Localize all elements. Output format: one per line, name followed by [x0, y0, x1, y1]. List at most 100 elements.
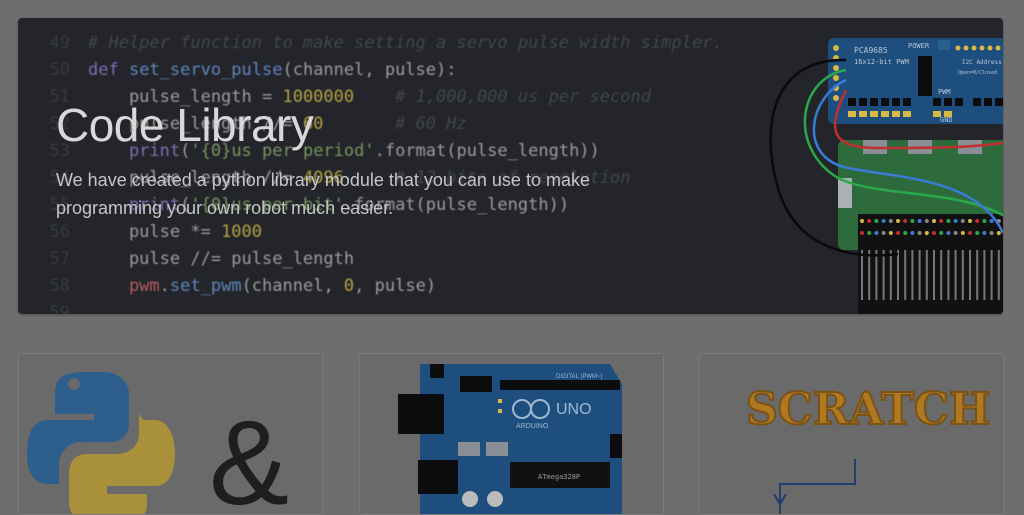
code-token: (channel, [241, 276, 344, 296]
pin-label-column [861, 250, 863, 300]
page-title: Code Library [56, 99, 314, 151]
pin-label-column [954, 250, 957, 300]
arduino-uno-label: UNO [556, 401, 592, 418]
pin-label-column [940, 250, 943, 300]
line-number: 58 [49, 276, 70, 296]
pin-label-column [947, 250, 950, 300]
atmega-chip-label: ATmega328P [538, 473, 580, 481]
code-token: pulse //= pulse_length [88, 249, 355, 269]
gpio-pin [939, 231, 944, 235]
pin-label-column [961, 250, 964, 300]
pin-label-column [911, 250, 914, 300]
pin-label-column [889, 250, 892, 300]
gpio-pin [910, 231, 915, 235]
ampersand-glyph: & [209, 396, 289, 514]
gpio-pin [968, 219, 972, 223]
python-logo-icon: & [19, 354, 322, 514]
gnd-label: GND [940, 116, 953, 124]
gpio-pin [982, 231, 987, 235]
code-token: # Helper function to make setting a serv… [88, 33, 723, 53]
gpio-pin [896, 219, 900, 223]
gpio-pin [982, 219, 987, 223]
gpio-pin [860, 219, 864, 223]
code-token: . [159, 276, 170, 296]
gpio-pin [924, 231, 929, 235]
scratch-logo-icon: SCRATCH [700, 354, 1003, 514]
gpio-pin [953, 219, 958, 223]
arduino-brand-label: ARDUINO [516, 423, 549, 430]
gpio-pin [917, 219, 922, 223]
pin-label-column [997, 250, 1000, 300]
gpio-pin [946, 219, 951, 223]
gpio-pin [939, 219, 944, 223]
line-number: 57 [49, 249, 70, 269]
gpio-pin [874, 219, 879, 223]
line-number: 56 [49, 222, 70, 242]
arduino-digital-label: DIGITAL (PWM~) [556, 374, 603, 380]
servo-board-illustration: PCA9685 16x12-bit PWM POWER PWM I2C Addr… [769, 38, 1003, 314]
gpio-pin [881, 219, 886, 223]
gpio-pin [910, 219, 915, 223]
code-token: pulse *= [88, 222, 222, 242]
gpio-pin [867, 231, 872, 235]
gpio-pin [903, 219, 908, 223]
pin-label-column [969, 250, 971, 300]
pin-label-column [925, 250, 928, 300]
power-label: POWER [908, 42, 930, 50]
pwm-label: PWM [938, 88, 951, 96]
gpio-pin [860, 231, 864, 235]
pin-label-column [868, 250, 871, 300]
gpio-pin [881, 231, 886, 235]
pin-label-column [875, 250, 878, 300]
pin-label-column [983, 250, 986, 300]
gpio-pin [989, 219, 994, 223]
gpio-pin [960, 219, 965, 223]
gpio-pin [932, 231, 936, 235]
gpio-pin [896, 231, 900, 235]
gpio-pin [924, 219, 929, 223]
pin-label-column [933, 250, 935, 300]
hero-subtitle: We have created a python library module … [56, 170, 590, 218]
hero-banner: 49 # Helper function to make setting a se… [18, 18, 1003, 314]
line-number: 49 [49, 33, 70, 53]
pin-label-column [976, 250, 979, 300]
pin-label-column [904, 250, 907, 300]
code-token: set_servo_pulse [128, 60, 283, 80]
gpio-pin [989, 231, 994, 235]
code-token: pwm [88, 276, 160, 296]
code-token: (channel, pulse): [282, 60, 457, 80]
pin-label-column [918, 250, 921, 300]
chip-label: PCA9685 [854, 46, 888, 55]
gpio-pin [953, 231, 958, 235]
gpio-pin [932, 219, 936, 223]
code-token: , pulse) [354, 276, 437, 296]
line-number: 59 [49, 303, 70, 314]
gpio-pin [917, 231, 922, 235]
gpio-pin [996, 231, 1001, 235]
card-arduino[interactable]: UNO ARDUINO DIGITAL (PWM~) ATmega328P [359, 353, 664, 515]
code-token: set_pwm [169, 276, 242, 296]
gpio-pin [888, 231, 893, 235]
gpio-pin [888, 219, 893, 223]
gpio-pin [946, 231, 951, 235]
code-token: 1000 [221, 222, 263, 242]
address-sub-label: Open=0/Closed [958, 70, 997, 76]
pin-label-column [897, 250, 899, 300]
gpio-pin [903, 231, 908, 235]
gpio-pin [975, 219, 980, 223]
scratch-logo-text: SCRATCH [746, 384, 990, 435]
line-number: 50 [49, 60, 70, 80]
card-scratch[interactable]: SCRATCH [699, 353, 1004, 515]
arduino-board-icon: UNO ARDUINO DIGITAL (PWM~) ATmega328P [360, 354, 663, 514]
card-python[interactable]: & [18, 353, 323, 515]
hero-text-block: Code Library We have created a python li… [56, 98, 696, 222]
code-token: 0 [343, 276, 355, 296]
pin-label-column [882, 250, 885, 300]
gpio-pin [874, 231, 879, 235]
chip-sub-label: 16x12-bit PWM [854, 58, 909, 66]
pin-label-column [990, 250, 993, 300]
gpio-pin [867, 219, 872, 223]
gpio-pin [968, 231, 972, 235]
gpio-pin [975, 231, 980, 235]
address-label: I2C Address [962, 59, 1002, 66]
